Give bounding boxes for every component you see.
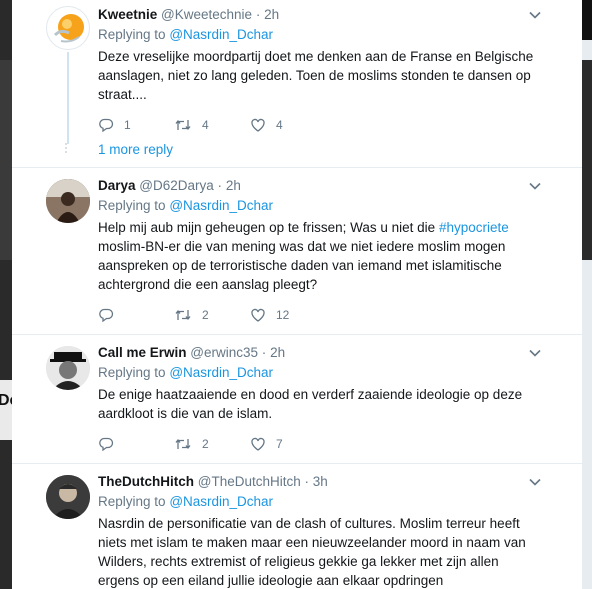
tweet-text: De enige haatzaaiende en dood en verderf… xyxy=(98,387,523,421)
tweet-text: Deze vreselijke moordpartij doet me denk… xyxy=(98,49,534,102)
mention-link[interactable]: @Nasrdin_Dchar xyxy=(169,27,273,42)
like-count: 12 xyxy=(276,308,290,322)
like-icon xyxy=(251,118,265,132)
separator-dot: · xyxy=(255,7,261,22)
chevron-down-icon[interactable] xyxy=(528,346,542,360)
background-left: De xyxy=(0,0,18,589)
like-button[interactable]: 4 xyxy=(250,117,326,133)
reply-button[interactable] xyxy=(98,307,174,323)
tweet-call-me-erwin[interactable]: Call me Erwin @erwinc35 · 2h Replying to… xyxy=(12,335,582,464)
mention-link[interactable]: @Nasrdin_Dchar xyxy=(169,365,273,380)
retweet-count: 2 xyxy=(202,437,209,451)
mention-link[interactable]: @Nasrdin_Dchar xyxy=(169,198,273,213)
display-name[interactable]: Darya xyxy=(98,178,136,193)
tweet-header: Darya @D62Darya · 2h xyxy=(98,177,542,195)
timestamp[interactable]: 2h xyxy=(226,178,241,193)
more-replies-row[interactable]: 1 more reply xyxy=(12,134,582,168)
tweet-actions: 2 12 xyxy=(98,306,542,324)
more-replies-link[interactable]: 1 more reply xyxy=(98,142,173,157)
replying-to: Replying to @Nasrdin_Dchar xyxy=(98,363,542,383)
replying-to: Replying to @Nasrdin_Dchar xyxy=(98,25,542,45)
retweet-button[interactable]: 2 xyxy=(174,307,250,323)
tweet-text-part: Help mij aub mijn geheugen op te frissen… xyxy=(98,220,439,235)
user-handle[interactable]: @Kweetechnie xyxy=(161,7,252,22)
replying-prefix: Replying to xyxy=(98,198,166,213)
timestamp[interactable]: 3h xyxy=(313,474,328,489)
user-handle[interactable]: @TheDutchHitch xyxy=(198,474,301,489)
tweet-darya[interactable]: Darya @D62Darya · 2h Replying to @Nasrdi… xyxy=(12,168,582,335)
like-button[interactable]: 7 xyxy=(250,436,326,452)
reply-button[interactable]: 1 xyxy=(98,117,174,133)
reply-count: 1 xyxy=(124,118,131,132)
tweet-kweetnie[interactable]: Kweetnie @Kweetechnie · 2h Replying to @… xyxy=(12,0,582,144)
replying-prefix: Replying to xyxy=(98,494,166,509)
user-handle[interactable]: @erwinc35 xyxy=(190,345,258,360)
like-button[interactable]: 12 xyxy=(250,307,326,323)
chevron-down-icon[interactable] xyxy=(528,475,542,489)
tweet-header: Kweetnie @Kweetechnie · 2h xyxy=(98,6,542,24)
avatar[interactable] xyxy=(46,6,90,50)
display-name[interactable]: Call me Erwin xyxy=(98,345,187,360)
avatar[interactable] xyxy=(46,179,90,223)
chevron-down-icon[interactable] xyxy=(528,8,542,22)
like-icon xyxy=(251,308,265,322)
replying-to: Replying to @Nasrdin_Dchar xyxy=(98,492,542,512)
mention-link[interactable]: @Nasrdin_Dchar xyxy=(169,494,273,509)
reply-icon xyxy=(99,118,114,133)
separator-dot: · xyxy=(261,345,267,360)
reply-icon xyxy=(99,437,114,452)
replying-prefix: Replying to xyxy=(98,365,166,380)
replying-prefix: Replying to xyxy=(98,27,166,42)
timestamp[interactable]: 2h xyxy=(264,7,279,22)
tweet-actions: 1 4 4 xyxy=(98,116,542,134)
ellipsis-dots-icon xyxy=(64,143,68,155)
retweet-button[interactable]: 2 xyxy=(174,436,250,452)
avatar-image xyxy=(46,346,90,390)
like-count: 7 xyxy=(276,437,283,451)
display-name[interactable]: Kweetnie xyxy=(98,7,157,22)
retweet-button[interactable]: 4 xyxy=(174,117,250,133)
replying-to: Replying to @Nasrdin_Dchar xyxy=(98,196,542,216)
tweet-header: TheDutchHitch @TheDutchHitch · 3h xyxy=(98,473,542,491)
retweet-count: 4 xyxy=(202,118,209,132)
separator-dot: · xyxy=(217,178,223,193)
background-shape xyxy=(582,60,592,260)
hashtag-link[interactable]: #hypocriete xyxy=(439,220,509,235)
avatar-image xyxy=(53,14,84,43)
retweet-icon xyxy=(175,119,191,131)
background-text-panel: De xyxy=(0,380,18,440)
avatar[interactable] xyxy=(46,346,90,390)
background-right xyxy=(582,0,592,589)
reply-button[interactable] xyxy=(98,436,174,452)
avatar-image xyxy=(46,475,90,519)
display-name[interactable]: TheDutchHitch xyxy=(98,474,194,489)
separator-dot: · xyxy=(304,474,310,489)
tweet-thedutchhitch[interactable]: TheDutchHitch @TheDutchHitch · 3h Replyi… xyxy=(12,464,582,589)
tweet-header: Call me Erwin @erwinc35 · 2h xyxy=(98,344,542,362)
reply-icon xyxy=(99,308,114,323)
timestamp[interactable]: 2h xyxy=(270,345,285,360)
background-shape xyxy=(0,60,12,260)
retweet-icon xyxy=(175,309,191,321)
retweet-count: 2 xyxy=(202,308,209,322)
reply-timeline: Kweetnie @Kweetechnie · 2h Replying to @… xyxy=(12,0,582,589)
chevron-down-icon[interactable] xyxy=(528,179,542,193)
tweet-actions: 2 7 xyxy=(98,435,542,453)
avatar-image xyxy=(46,179,90,223)
like-icon xyxy=(251,437,265,451)
tweet-text-part: moslim-BN-er die van mening was dat we n… xyxy=(98,239,506,292)
avatar[interactable] xyxy=(46,475,90,519)
tweet-text: Help mij aub mijn geheugen op te frissen… xyxy=(98,218,542,294)
tweet-text: Nasrdin de personificatie van de clash o… xyxy=(98,516,526,588)
thread-line xyxy=(67,52,69,144)
like-count: 4 xyxy=(276,118,283,132)
retweet-icon xyxy=(175,438,191,450)
background-shape xyxy=(582,0,592,40)
user-handle[interactable]: @D62Darya xyxy=(139,178,213,193)
